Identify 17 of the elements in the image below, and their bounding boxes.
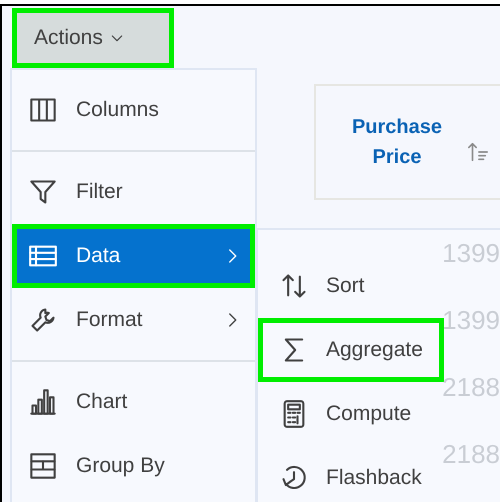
- submenu-item[interactable]: Compute: [258, 382, 444, 446]
- menu-item[interactable]: Chart: [12, 370, 255, 434]
- table-cell-text: 2188: [442, 371, 500, 404]
- bar-chart-icon: [28, 388, 58, 416]
- menu-item[interactable]: Format: [12, 288, 255, 352]
- submenu-item[interactable]: Sort: [258, 254, 444, 318]
- actions-button[interactable]: Actions: [12, 8, 174, 68]
- columns-icon: [28, 96, 58, 124]
- group-by-icon: [28, 452, 58, 480]
- filter-icon: [28, 178, 58, 206]
- menu-item[interactable]: Filter: [12, 160, 255, 224]
- submenu-item[interactable]: Flashback: [258, 446, 444, 502]
- menu-item[interactable]: Group By: [12, 434, 255, 498]
- menu-item[interactable]: Columns: [12, 78, 255, 142]
- submenu-item[interactable]: Aggregate: [258, 318, 444, 382]
- column-header[interactable]: Purchase Price: [314, 84, 500, 200]
- menu-item[interactable]: Data: [12, 224, 255, 288]
